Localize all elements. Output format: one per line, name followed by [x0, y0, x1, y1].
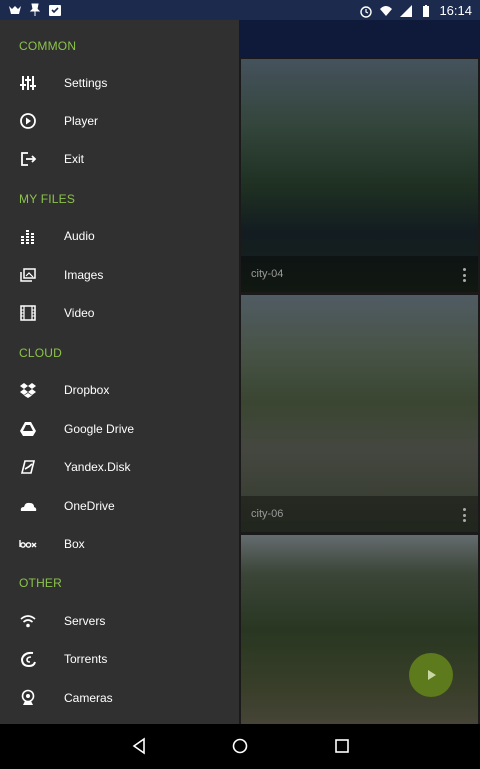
torrent-icon	[19, 650, 37, 668]
more-options-icon[interactable]	[462, 508, 466, 522]
home-icon	[232, 738, 248, 754]
more-options-icon[interactable]	[462, 268, 466, 282]
notification-pin-icon	[28, 3, 42, 17]
drawer-item-google-drive[interactable]: Google Drive	[0, 410, 239, 448]
drawer-item-servers[interactable]: Servers	[0, 602, 239, 640]
drawer-item-settings[interactable]: Settings	[0, 64, 239, 102]
sliders-icon	[19, 74, 37, 92]
gallery-tile[interactable]	[241, 535, 478, 725]
status-bar: 16:14	[0, 0, 480, 20]
exit-icon	[19, 150, 37, 168]
tile-title: city-04	[251, 268, 284, 280]
section-header-other: OTHER	[19, 576, 62, 590]
drawer-item-dropbox[interactable]: Dropbox	[0, 371, 239, 409]
onedrive-icon	[19, 497, 37, 515]
section-header-common: COMMON	[19, 39, 77, 53]
back-button[interactable]	[130, 737, 148, 755]
section-header-my-files: MY FILES	[19, 192, 76, 206]
drawer-item-label: Google Drive	[64, 422, 135, 436]
recents-icon	[335, 739, 349, 753]
signal-icon	[399, 4, 413, 18]
drawer-item-label: Exit	[64, 152, 85, 166]
google-drive-icon	[19, 420, 37, 438]
drawer-item-label: Servers	[64, 614, 106, 628]
status-time: 16:14	[439, 3, 472, 18]
tile-title: city-06	[251, 508, 284, 520]
dropbox-icon	[19, 381, 37, 399]
drawer-item-player[interactable]: Player	[0, 102, 239, 140]
drawer-item-audio[interactable]: Audio	[0, 217, 239, 255]
drawer-item-label: Settings	[64, 76, 108, 90]
film-icon	[19, 304, 37, 322]
alarm-icon	[359, 4, 373, 18]
drawer-item-video[interactable]: Video	[0, 294, 239, 332]
navigation-drawer: COMMON Settings Player Exit MY FILES Aud…	[0, 20, 239, 724]
webcam-icon	[19, 689, 37, 707]
gallery-tile[interactable]: city-04	[241, 59, 478, 292]
drawer-item-label: Video	[64, 306, 95, 320]
drawer-item-label: Dropbox	[64, 383, 110, 397]
drawer-item-label: Box	[64, 537, 85, 551]
gallery-tile[interactable]: city-06	[241, 295, 478, 532]
drawer-item-torrents[interactable]: Torrents	[0, 640, 239, 678]
equalizer-icon	[19, 227, 37, 245]
wifi-icon	[19, 612, 37, 630]
battery-icon	[419, 4, 433, 18]
section-header-cloud: CLOUD	[19, 346, 63, 360]
notification-app-icon	[8, 3, 22, 17]
back-icon	[132, 737, 145, 755]
play-fab-button[interactable]	[409, 653, 453, 697]
home-button[interactable]	[231, 737, 249, 755]
drawer-item-label: Player	[64, 114, 99, 128]
box-icon	[19, 535, 37, 553]
drawer-item-cameras[interactable]: Cameras	[0, 679, 239, 717]
drawer-item-label: Torrents	[64, 652, 108, 666]
drawer-item-images[interactable]: Images	[0, 256, 239, 294]
images-icon	[19, 266, 37, 284]
drawer-item-label: Audio	[64, 229, 95, 243]
notification-download-icon	[48, 3, 62, 17]
play-icon	[428, 670, 436, 680]
drawer-item-onedrive[interactable]: OneDrive	[0, 487, 239, 525]
drawer-item-yandex-disk[interactable]: Yandex.Disk	[0, 448, 239, 486]
drawer-item-box[interactable]: Box	[0, 525, 239, 563]
yandex-disk-icon	[19, 458, 37, 476]
wifi-status-icon	[379, 4, 393, 18]
system-navigation-bar	[0, 724, 480, 769]
drawer-item-label: Cameras	[64, 691, 113, 705]
play-circle-icon	[19, 112, 37, 130]
drawer-item-label: Yandex.Disk	[64, 460, 131, 474]
drawer-item-label: OneDrive	[64, 499, 115, 513]
drawer-item-label: Images	[64, 268, 104, 282]
drawer-item-exit[interactable]: Exit	[0, 140, 239, 178]
recents-button[interactable]	[333, 737, 351, 755]
